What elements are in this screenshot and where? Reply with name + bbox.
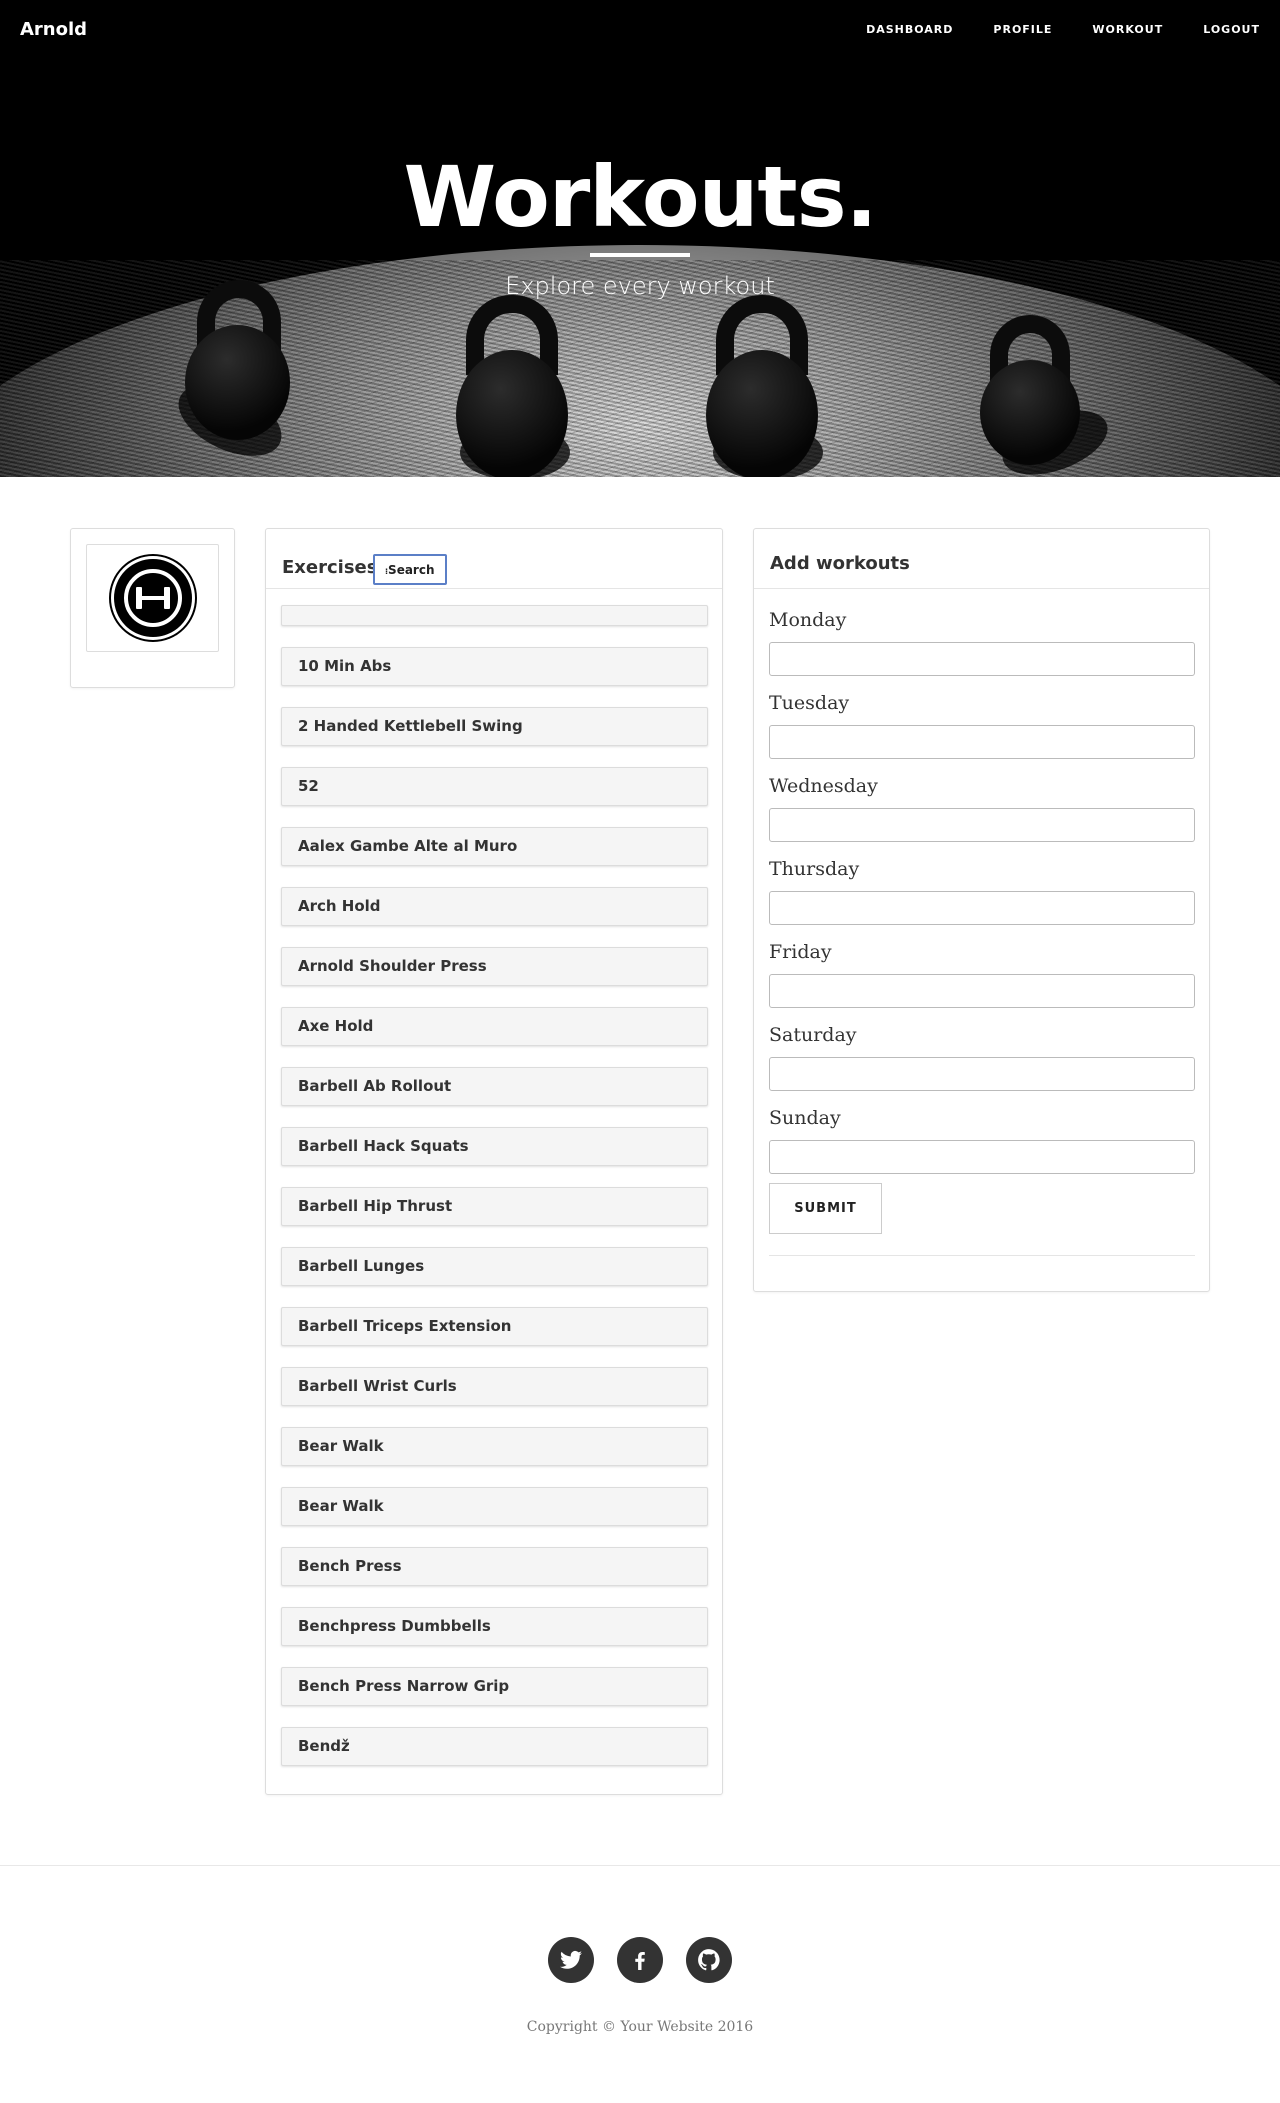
monday-group: Monday	[769, 608, 1195, 676]
exercise-item[interactable]: 52	[281, 767, 708, 806]
add-workouts-panel: Add workouts Monday Tuesday Wednesday Th…	[753, 528, 1210, 1292]
footer-divider	[0, 1865, 1280, 1866]
exercise-item[interactable]	[281, 605, 708, 626]
wednesday-label: Wednesday	[769, 775, 878, 797]
github-icon	[698, 1949, 720, 1971]
exercise-item[interactable]: Arnold Shoulder Press	[281, 947, 708, 986]
monday-input[interactable]	[769, 642, 1195, 676]
twitter-button[interactable]	[548, 1937, 594, 1983]
exercise-item[interactable]: Bendž	[281, 1727, 708, 1766]
friday-label: Friday	[769, 941, 832, 963]
exercises-title: Exercises	[282, 557, 378, 578]
exercise-item[interactable]: 10 Min Abs	[281, 647, 708, 686]
nav-logout[interactable]: LOGOUT	[1203, 23, 1260, 36]
exercises-header: Exercises ⁝Search	[266, 529, 722, 589]
facebook-icon	[635, 1952, 645, 1970]
exercise-item[interactable]: Aalex Gambe Alte al Muro	[281, 827, 708, 866]
logo-frame	[86, 544, 219, 652]
exercise-item[interactable]: Barbell Ab Rollout	[281, 1067, 708, 1106]
friday-input[interactable]	[769, 974, 1195, 1008]
sunday-input[interactable]	[769, 1140, 1195, 1174]
saturday-input[interactable]	[769, 1057, 1195, 1091]
social-links	[548, 1937, 732, 1983]
logo-panel	[70, 528, 235, 688]
exercise-item[interactable]: Bench Press	[281, 1547, 708, 1586]
add-workouts-title: Add workouts	[770, 553, 910, 574]
exercise-item[interactable]: Bear Walk	[281, 1487, 708, 1526]
facebook-button[interactable]	[617, 1937, 663, 1983]
search-label: Search	[388, 562, 435, 577]
thursday-label: Thursday	[769, 858, 860, 880]
monday-label: Monday	[769, 609, 847, 631]
brand-link[interactable]: Arnold	[20, 19, 87, 40]
nav-workout[interactable]: WORKOUT	[1092, 23, 1163, 36]
sunday-group: Sunday	[769, 1106, 1195, 1174]
thursday-group: Thursday	[769, 857, 1195, 925]
wednesday-group: Wednesday	[769, 774, 1195, 842]
friday-group: Friday	[769, 940, 1195, 1008]
submit-button[interactable]: SUBMIT	[769, 1183, 882, 1234]
thursday-input[interactable]	[769, 891, 1195, 925]
hero-divider	[590, 253, 690, 257]
divider	[769, 1255, 1195, 1256]
exercise-item[interactable]: Barbell Lunges	[281, 1247, 708, 1286]
wednesday-input[interactable]	[769, 808, 1195, 842]
navbar: Arnold DASHBOARD PROFILE WORKOUT LOGOUT	[0, 0, 1280, 60]
tuesday-label: Tuesday	[769, 692, 850, 714]
exercise-item[interactable]: Bench Press Narrow Grip	[281, 1667, 708, 1706]
twitter-icon	[560, 1950, 582, 1969]
nav-profile[interactable]: PROFILE	[993, 23, 1052, 36]
saturday-group: Saturday	[769, 1023, 1195, 1091]
sunday-label: Sunday	[769, 1107, 841, 1129]
add-workouts-header: Add workouts	[754, 529, 1209, 589]
exercise-item[interactable]: Benchpress Dumbbells	[281, 1607, 708, 1646]
nav-dashboard[interactable]: DASHBOARD	[866, 23, 953, 36]
exercise-item[interactable]: Barbell Wrist Curls	[281, 1367, 708, 1406]
saturday-label: Saturday	[769, 1024, 857, 1046]
exercise-item[interactable]: Arch Hold	[281, 887, 708, 926]
nav-links: DASHBOARD PROFILE WORKOUT LOGOUT	[866, 23, 1260, 36]
exercise-item[interactable]: Bear Walk	[281, 1427, 708, 1466]
exercise-item[interactable]: Barbell Hack Squats	[281, 1127, 708, 1166]
exercise-item[interactable]: 2 Handed Kettlebell Swing	[281, 707, 708, 746]
tuesday-group: Tuesday	[769, 691, 1195, 759]
exercise-item[interactable]: Axe Hold	[281, 1007, 708, 1046]
page-title: Workouts.	[403, 148, 878, 246]
github-button[interactable]	[686, 1937, 732, 1983]
search-button[interactable]: ⁝Search	[373, 554, 447, 585]
tuesday-input[interactable]	[769, 725, 1195, 759]
exercise-list: 10 Min Abs 2 Handed Kettlebell Swing 52 …	[281, 605, 708, 1787]
exercise-item[interactable]: Barbell Hip Thrust	[281, 1187, 708, 1226]
page-subtitle: Explore every workout	[505, 272, 775, 300]
exercise-item[interactable]: Barbell Triceps Extension	[281, 1307, 708, 1346]
dumbbell-logo-icon	[111, 556, 195, 640]
hero-banner: Workouts. Explore every workout	[0, 0, 1280, 477]
exercises-panel: Exercises ⁝Search 10 Min Abs 2 Handed Ke…	[265, 528, 723, 1795]
copyright-text: Copyright © Your Website 2016	[526, 2019, 754, 2035]
